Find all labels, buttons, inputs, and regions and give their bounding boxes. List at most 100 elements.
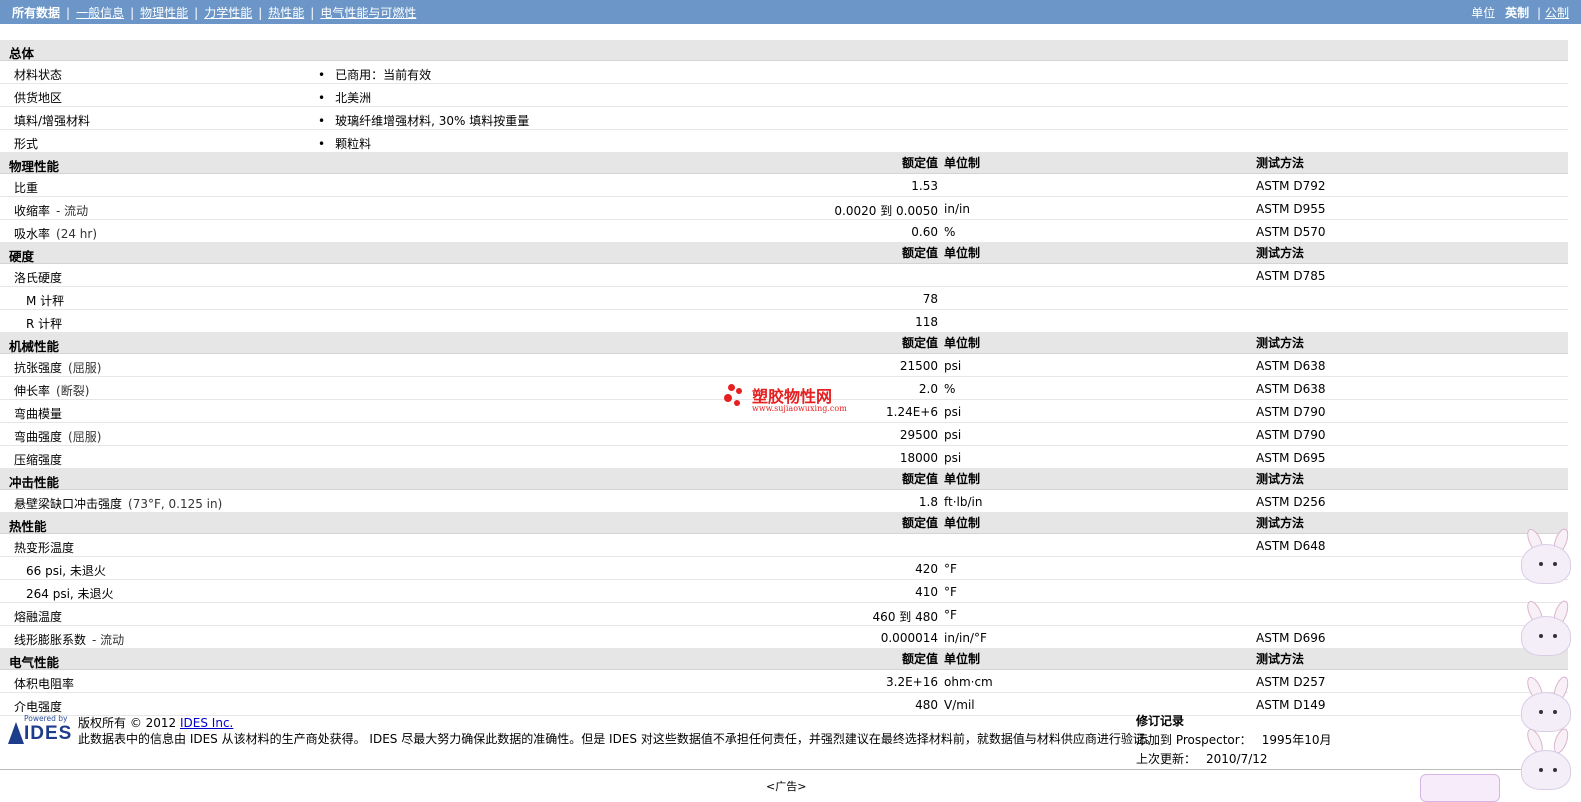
row-label: 形式	[14, 137, 39, 151]
section-header-thermal: 热性能 额定值 单位制 测试方法	[0, 513, 1568, 534]
row-label: 供货地区	[14, 91, 63, 105]
row-label: 悬壁梁缺口冲击强度 (73°F, 0.125 in)	[14, 497, 223, 511]
logo-mark-icon	[8, 722, 24, 744]
bunny-sticker-icon	[1511, 726, 1581, 794]
row-value: 颗粒料	[318, 135, 371, 152]
revision-history: 修订记录 添加到 Prospector： 1995年10月 上次更新： 2010/7…	[1136, 712, 1332, 767]
header-unit: 单位制	[944, 336, 981, 350]
row-label: 洛氏硬度	[14, 271, 63, 285]
watermark-dot	[724, 394, 732, 402]
bunny-sticker-icon	[1511, 526, 1581, 588]
section-title: 总体	[9, 46, 35, 61]
table-row: 收缩率 - 流动 0.0020 到 0.0050 in/in ASTM D955	[0, 197, 1568, 220]
row-label: R 计秤	[26, 317, 63, 331]
row-label: 抗张强度 (屈服)	[14, 361, 102, 375]
header-unit: 单位制	[944, 246, 981, 260]
unit-label: 单位	[1471, 6, 1496, 20]
row-method: ASTM D792	[1256, 179, 1326, 193]
row-label: 伸长率 (断裂)	[14, 384, 90, 398]
row-value: 21500	[899, 359, 938, 373]
section-title: 物理性能	[9, 159, 60, 174]
row-method: ASTM D638	[1256, 382, 1326, 396]
footer: Powered by IDES 版权所有 © 2012 IDES Inc. 此数…	[0, 708, 1568, 770]
logo-powered-by: Powered by	[24, 714, 68, 723]
table-row: 形式 颗粒料	[0, 130, 1568, 153]
nav-separator: |	[194, 6, 199, 20]
nav-separator: |	[130, 6, 135, 20]
watermark-url: www.sujiaowuxing.com	[752, 404, 847, 413]
table-row: 热变形温度 ASTM D648	[0, 534, 1568, 557]
ides-logo[interactable]: Powered by IDES	[6, 714, 73, 748]
row-label: 熔融温度	[14, 610, 63, 624]
disclaimer: 此数据表中的信息由 IDES 从该材料的生产商处获得。 IDES 尽最大努力确保…	[78, 732, 1157, 746]
bunny-sticker-icon	[1511, 598, 1581, 660]
row-value: 3.2E+16	[886, 675, 938, 689]
nav-general[interactable]: 一般信息	[76, 6, 124, 20]
table-row: 熔融温度 460 到 480 °F	[0, 603, 1568, 626]
row-method: ASTM D570	[1256, 225, 1326, 239]
header-method: 测试方法	[1256, 516, 1305, 530]
ad-label: <广告>	[766, 780, 807, 793]
row-method: ASTM D638	[1256, 359, 1326, 373]
copyright-link[interactable]: IDES Inc.	[180, 716, 233, 730]
row-label: 收缩率 - 流动	[14, 204, 89, 218]
row-value: 已商用：当前有效	[318, 66, 431, 83]
table-row: 材料状态 已商用：当前有效	[0, 61, 1568, 84]
row-value: 1.24E+6	[886, 405, 938, 419]
section-title: 冲击性能	[9, 475, 60, 490]
table-row: 66 psi, 未退火 420 °F	[0, 557, 1568, 580]
watermark-dot	[736, 388, 742, 394]
logo-name: IDES	[24, 723, 73, 744]
section-title: 热性能	[9, 519, 47, 534]
row-value: 北美洲	[318, 89, 371, 106]
header-value: 额定值	[901, 652, 938, 666]
row-note: (屈服)	[68, 430, 102, 444]
bunny-sticker-icon	[1511, 674, 1581, 736]
nav-separator: |	[310, 6, 315, 20]
row-value: 1.53	[911, 179, 938, 193]
table-row: 悬壁梁缺口冲击强度 (73°F, 0.125 in) 1.8 ft·lb/in ASTM…	[0, 490, 1568, 513]
row-unit: psi	[944, 359, 962, 373]
table-row: 填料/增强材料 玻璃纤维增强材料, 30% 填料按重量	[0, 107, 1568, 130]
row-value: 2.0	[918, 382, 938, 396]
row-method: ASTM D696	[1256, 631, 1326, 645]
table-row: 弯曲强度 (屈服) 29500 psi ASTM D790	[0, 423, 1568, 446]
row-label: 264 psi, 未退火	[26, 587, 114, 601]
row-unit: %	[944, 225, 956, 239]
nav-thermal[interactable]: 热性能	[268, 6, 304, 20]
row-value: 玻璃纤维增强材料, 30% 填料按重量	[318, 112, 529, 129]
table-row: 吸水率 (24 hr) 0.60% ASTM D570	[0, 220, 1568, 243]
row-label: 热变形温度	[14, 541, 75, 555]
row-value: 29500	[899, 428, 938, 442]
header-method: 测试方法	[1256, 156, 1305, 170]
row-method: ASTM D785	[1256, 269, 1326, 283]
header-value: 额定值	[901, 472, 938, 486]
row-value: 460 到 480	[872, 610, 938, 624]
header-unit: 单位制	[944, 652, 981, 666]
row-label: 吸水率 (24 hr)	[14, 227, 98, 241]
header-unit: 单位制	[944, 156, 981, 170]
copyright: 版权所有 © 2012 IDES Inc.	[78, 714, 233, 731]
header-value: 额定值	[901, 516, 938, 530]
revision-title: 修订记录	[1136, 714, 1185, 728]
nav-physical[interactable]: 物理性能	[140, 6, 188, 20]
revision-added: 添加到 Prospector： 1995年10月	[1136, 733, 1332, 747]
table-row: 供货地区 北美洲	[0, 84, 1568, 107]
floating-widget[interactable]	[1420, 774, 1500, 802]
row-label: 体积电阻率	[14, 677, 75, 691]
section-title: 电气性能	[9, 655, 60, 670]
row-value: 410	[915, 585, 938, 599]
datasheet-table: 总体 材料状态 已商用：当前有效 供货地区 北美洲 填料/增强材料 玻璃纤维增强材料,…	[0, 40, 1568, 716]
row-label: 压缩强度	[14, 453, 63, 467]
table-row: 体积电阻率 3.2E+16 ohm·cm ASTM D257	[0, 670, 1568, 693]
row-label: M 计秤	[26, 294, 65, 308]
header-method: 测试方法	[1256, 472, 1305, 486]
header-value: 额定值	[901, 336, 938, 350]
row-method: ASTM D648	[1256, 539, 1326, 553]
nav-electrical[interactable]: 电气性能与可燃性	[320, 6, 416, 20]
nav-mechanical[interactable]: 力学性能	[204, 6, 252, 20]
header-unit: 单位制	[944, 516, 981, 530]
nav-all-data[interactable]: 所有数据	[12, 4, 60, 21]
unit-metric[interactable]: 公制	[1545, 6, 1569, 20]
row-unit: ohm·cm	[944, 675, 993, 689]
